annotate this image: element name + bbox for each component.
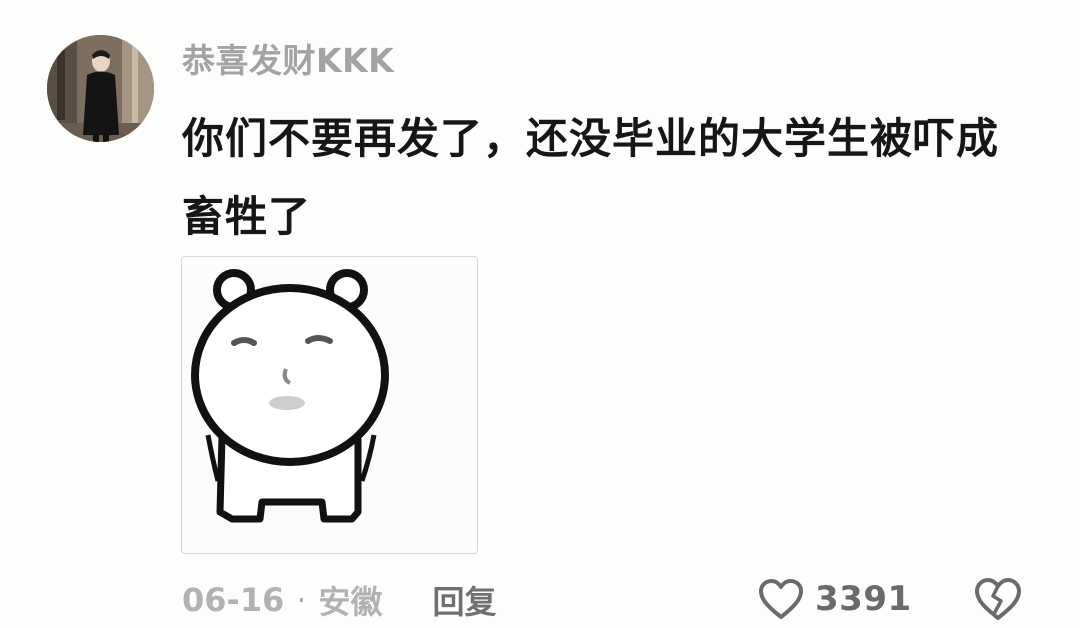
comment-date: 06-16 <box>182 581 285 619</box>
sticker-image[interactable] <box>181 256 478 554</box>
avatar[interactable] <box>47 35 154 142</box>
white-bear-sticker <box>182 257 476 552</box>
like-button[interactable]: 3391 <box>757 574 912 624</box>
comment-item: 恭喜发财KKK 你们不要再发了，还没毕业的大学生被吓成畜牲了 06-16 · 安… <box>0 0 1080 628</box>
meta-separator: · <box>296 581 307 619</box>
broken-heart-icon[interactable] <box>973 576 1023 622</box>
reply-button[interactable]: 回复 <box>433 577 497 623</box>
comment-text: 你们不要再发了，还没毕业的大学生被吓成畜牲了 <box>182 114 1000 241</box>
comment-meta: 06-16 · 安徽 回复 <box>182 577 497 623</box>
like-count: 3391 <box>815 579 912 619</box>
avatar-photo <box>47 35 154 142</box>
comment-location: 安徽 <box>318 583 383 621</box>
heart-outline-icon <box>759 579 803 619</box>
username[interactable]: 恭喜发财KKK <box>182 40 394 82</box>
